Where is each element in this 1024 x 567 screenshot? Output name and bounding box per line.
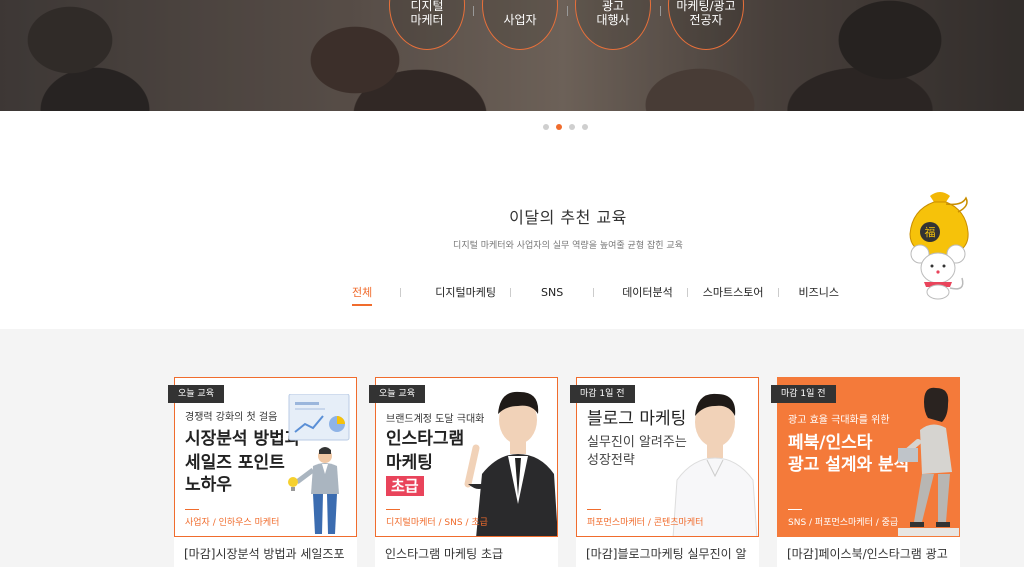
circle-separator xyxy=(567,6,568,16)
status-badge: 마감 1일 전 xyxy=(570,385,635,403)
thumb-target-audience: SNS / 퍼포먼스마케터 / 중급 xyxy=(788,509,898,528)
thumb-target-audience: 퍼포먼스마케터 / 콘텐츠마케터 xyxy=(587,509,703,528)
tab-divider xyxy=(400,287,402,297)
carousel-dot-3[interactable] xyxy=(569,124,575,130)
course-title[interactable]: [마감]시장분석 방법과 세일즈포 xyxy=(184,545,354,562)
thumb-subline-2: 성장전략 xyxy=(587,453,635,468)
circle-separator xyxy=(660,6,661,16)
carousel-dot-2[interactable] xyxy=(556,124,562,130)
thumb-headline-line1: 페북/인스타 xyxy=(788,433,873,453)
tab-sns[interactable]: SNS xyxy=(541,286,563,299)
carousel-dot-4[interactable] xyxy=(582,124,588,130)
level-pill: 초급 xyxy=(386,476,424,496)
tab-business[interactable]: 비즈니스 xyxy=(799,284,839,300)
status-badge: 오늘 교육 xyxy=(168,385,224,403)
thumb-caption: 경쟁력 강화의 첫 걸음 xyxy=(185,412,278,423)
instructor-photo-icon xyxy=(898,387,959,536)
thumb-headline-line1: 인스타그램 xyxy=(386,429,465,449)
thumb-headline-line1: 시장분석 방법과 xyxy=(185,429,301,449)
course-title[interactable]: 인스타그램 마케팅 초급 xyxy=(385,545,555,562)
circle-label-line1: 디지털 xyxy=(410,0,444,13)
course-card[interactable]: 광고 효율 극대화를 위한 페북/인스타 광고 설계와 분석 SNS / 퍼포먼… xyxy=(771,377,960,567)
tab-digital-marketing[interactable]: 디지털마케팅 xyxy=(435,284,496,300)
tab-divider xyxy=(686,287,688,297)
course-title[interactable]: [마감]페이스북/인스타그램 광고 xyxy=(787,545,957,562)
tab-all[interactable]: 전체 xyxy=(352,284,373,306)
circle-label-line2: 대행사 xyxy=(596,13,630,27)
thumb-target-audience: 사업자 / 인하우스 마케터 xyxy=(185,509,279,528)
tab-divider xyxy=(509,287,511,297)
circle-label-line1: 사업자 xyxy=(503,13,537,27)
section-title: 이달의 추천 교육 xyxy=(509,208,627,227)
course-card[interactable]: 블로그 마케팅 실무진이 알려주는 성장전략 퍼포먼스마케터 / 콘텐츠마케터 … xyxy=(570,377,759,567)
circle-separator xyxy=(473,6,474,16)
section-subtitle: 디지털 마케터와 사업자의 실무 역량을 높여줄 균형 잡힌 교육 xyxy=(453,241,683,251)
course-title[interactable]: [마감]블로그마케팅 실무진이 알 xyxy=(586,545,756,562)
carousel-pagination xyxy=(543,124,588,130)
thumb-headline-line2: 광고 설계와 분석 xyxy=(788,455,910,475)
mascot-mouse-lucky-bag-icon: 福 xyxy=(909,192,969,300)
status-badge: 오늘 교육 xyxy=(369,385,425,403)
circle-label-line1: 마케팅/광고 xyxy=(676,0,736,13)
tab-divider xyxy=(593,287,595,297)
carousel-dot-1[interactable] xyxy=(543,124,549,130)
thumb-headline-line2: 마케팅 xyxy=(386,453,433,473)
thumb-headline-line2: 세일즈 포인트 xyxy=(185,453,285,473)
circle-label-line2: 마케터 xyxy=(410,13,444,27)
category-tabs: 전체 디지털마케팅 SNS 데이터분석 스마트스토어 비즈니스 xyxy=(340,283,839,306)
thumb-caption: 광고 효율 극대화를 위한 xyxy=(788,415,890,426)
course-card[interactable]: 경쟁력 강화의 첫 걸음 시장분석 방법과 세일즈 포인트 노하우 사업자 / … xyxy=(168,377,357,567)
analysis-illustration-icon xyxy=(288,394,350,534)
tab-divider xyxy=(777,287,779,297)
thumb-headline-line3: 노하우 xyxy=(185,475,232,495)
course-card[interactable]: 브랜드계정 도달 극대화 인스타그램 마케팅 초급 디지털마케터 / SNS /… xyxy=(369,377,558,567)
thumb-target-audience: 디지털마케터 / SNS / 초급 xyxy=(386,509,488,528)
circle-label-line1: 광고 xyxy=(601,0,625,13)
circle-label-line2: 전공자 xyxy=(689,13,723,27)
mascot-glyph: 福 xyxy=(925,225,936,239)
hero-banner: 디지털 마케터 사업자 광고 대행사 마케팅/광고 전공자 xyxy=(0,0,1024,111)
status-badge: 마감 1일 전 xyxy=(771,385,836,403)
tab-smart-store[interactable]: 스마트스토어 xyxy=(703,284,764,300)
tab-data-analysis[interactable]: 데이터분석 xyxy=(622,284,673,300)
